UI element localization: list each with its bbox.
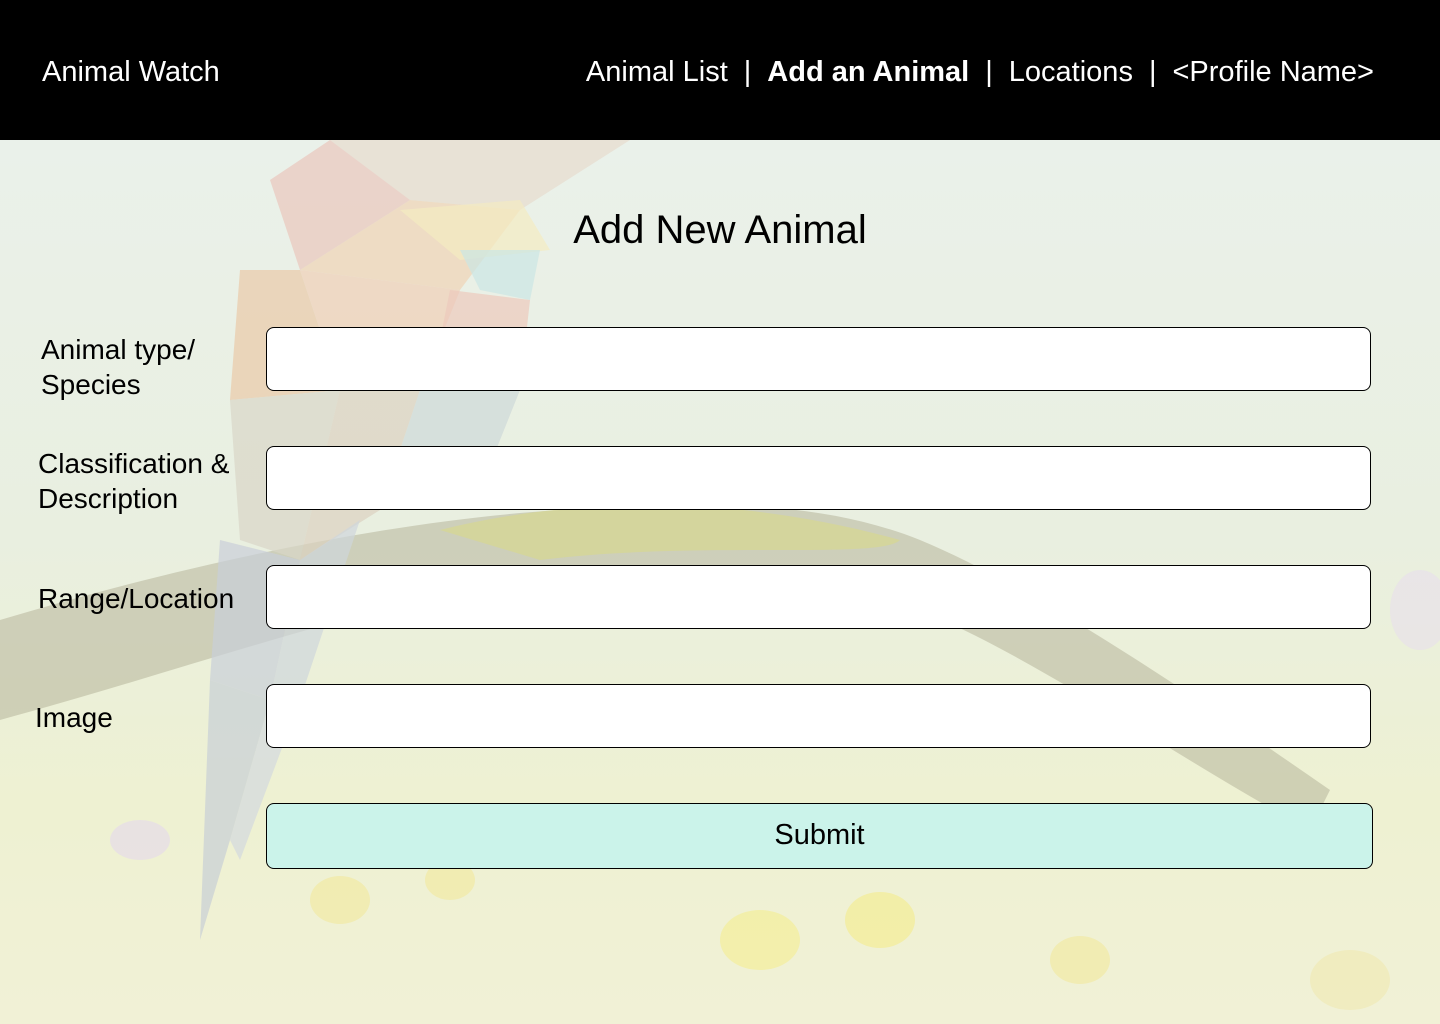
species-input[interactable] [266,327,1371,391]
nav-link-add-animal[interactable]: Add an Animal [767,56,969,89]
classification-label-line1: Classification & [38,448,230,479]
range-label: Range/Location [38,583,235,614]
image-label: Image [35,702,113,733]
page-title: Add New Animal [573,208,867,252]
species-label-line2: Species [41,369,141,400]
species-label: Animal type/ Species [41,332,195,402]
nav-link-animal-list[interactable]: Animal List [586,56,728,89]
nav-link-profile[interactable]: <Profile Name> [1173,56,1375,89]
submit-button[interactable]: Submit [266,803,1373,869]
nav-separator: | [743,56,752,88]
classification-label: Classification & Description [38,446,229,516]
nav-separator: | [985,56,993,88]
classification-label-line2: Description [38,483,179,514]
brand-logo-text[interactable]: Animal Watch [42,56,220,89]
nav-separator: | [1148,56,1157,88]
species-label-line1: Animal type/ [41,334,196,365]
classification-input[interactable] [266,446,1371,510]
nav-menu: Animal List | Add an Animal | Locations | <Pro… [586,56,1374,89]
nav-link-locations[interactable]: Locations [1009,56,1133,89]
range-location-input[interactable] [266,565,1371,629]
image-input[interactable] [266,684,1371,748]
top-navbar: Animal Watch Animal List | Add an Animal | L… [0,0,1440,140]
